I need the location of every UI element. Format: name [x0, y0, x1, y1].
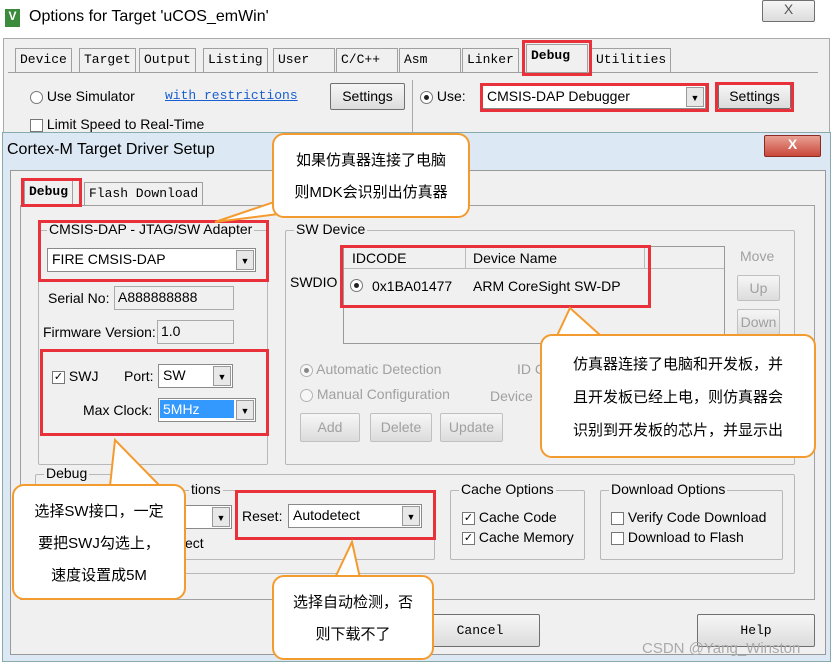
- callout-4-line: 选择自动检测，否: [292, 594, 413, 611]
- callout-1-line: 如果仿真器连接了电脑: [295, 152, 446, 169]
- callout-3: 选择SW接口，一定 要把SWJ勾选上， 速度设置成5M: [12, 484, 186, 600]
- callout-3-line: 速度设置成5M: [51, 567, 147, 584]
- callout-3-line: 选择SW接口，一定: [34, 503, 164, 520]
- callout-2-line: 且开发板已经上电，则仿真器会: [572, 389, 783, 406]
- watermark: CSDN @Yang_Winston: [642, 640, 801, 657]
- callout-4-pointer: [333, 538, 362, 579]
- callout-2-line: 仿真器连接了电脑和开发板，并: [572, 356, 783, 373]
- callout-2: 仿真器连接了电脑和开发板，并 且开发板已经上电，则仿真器会 识别到开发板的芯片，并显…: [540, 334, 816, 458]
- callout-2-line: 识别到开发板的芯片，并显示出: [572, 422, 783, 439]
- callout-3-line: 要把SWJ勾选上，: [38, 535, 160, 552]
- callout-4: 选择自动检测，否 则下载不了: [272, 575, 434, 660]
- callout-3-pointer: [108, 437, 163, 487]
- callout-1: 如果仿真器连接了电脑 则MDK会识别出仿真器: [272, 133, 470, 218]
- callout-1-line: 则MDK会识别出仿真器: [294, 184, 448, 201]
- callout-4-line: 则下载不了: [315, 626, 391, 643]
